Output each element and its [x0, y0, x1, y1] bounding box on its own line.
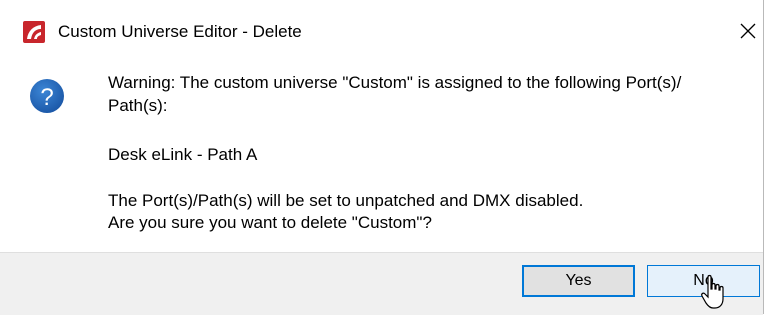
question-icon: ?: [30, 79, 64, 113]
app-logo-icon: [23, 21, 45, 43]
message-line-4: The Port(s)/Path(s) will be set to unpat…: [108, 191, 584, 210]
mouse-cursor-icon: [701, 274, 724, 309]
window-title: Custom Universe Editor - Delete: [58, 22, 302, 41]
question-glyph: ?: [40, 84, 53, 111]
message-line-5: Are you sure you want to delete "Custom"…: [108, 213, 432, 232]
message-line-1: Warning: The custom universe "Custom" is…: [108, 73, 682, 92]
message-line-3: Desk eLink - Path A: [108, 145, 258, 164]
title-bar: Custom Universe Editor - Delete: [0, 0, 764, 60]
message-line-2: Path(s):: [108, 96, 168, 115]
close-button[interactable]: [732, 12, 764, 50]
close-icon: [740, 23, 756, 39]
yes-button[interactable]: Yes: [522, 265, 635, 297]
delete-dialog: Custom Universe Editor - Delete ? Warnin…: [0, 0, 764, 315]
